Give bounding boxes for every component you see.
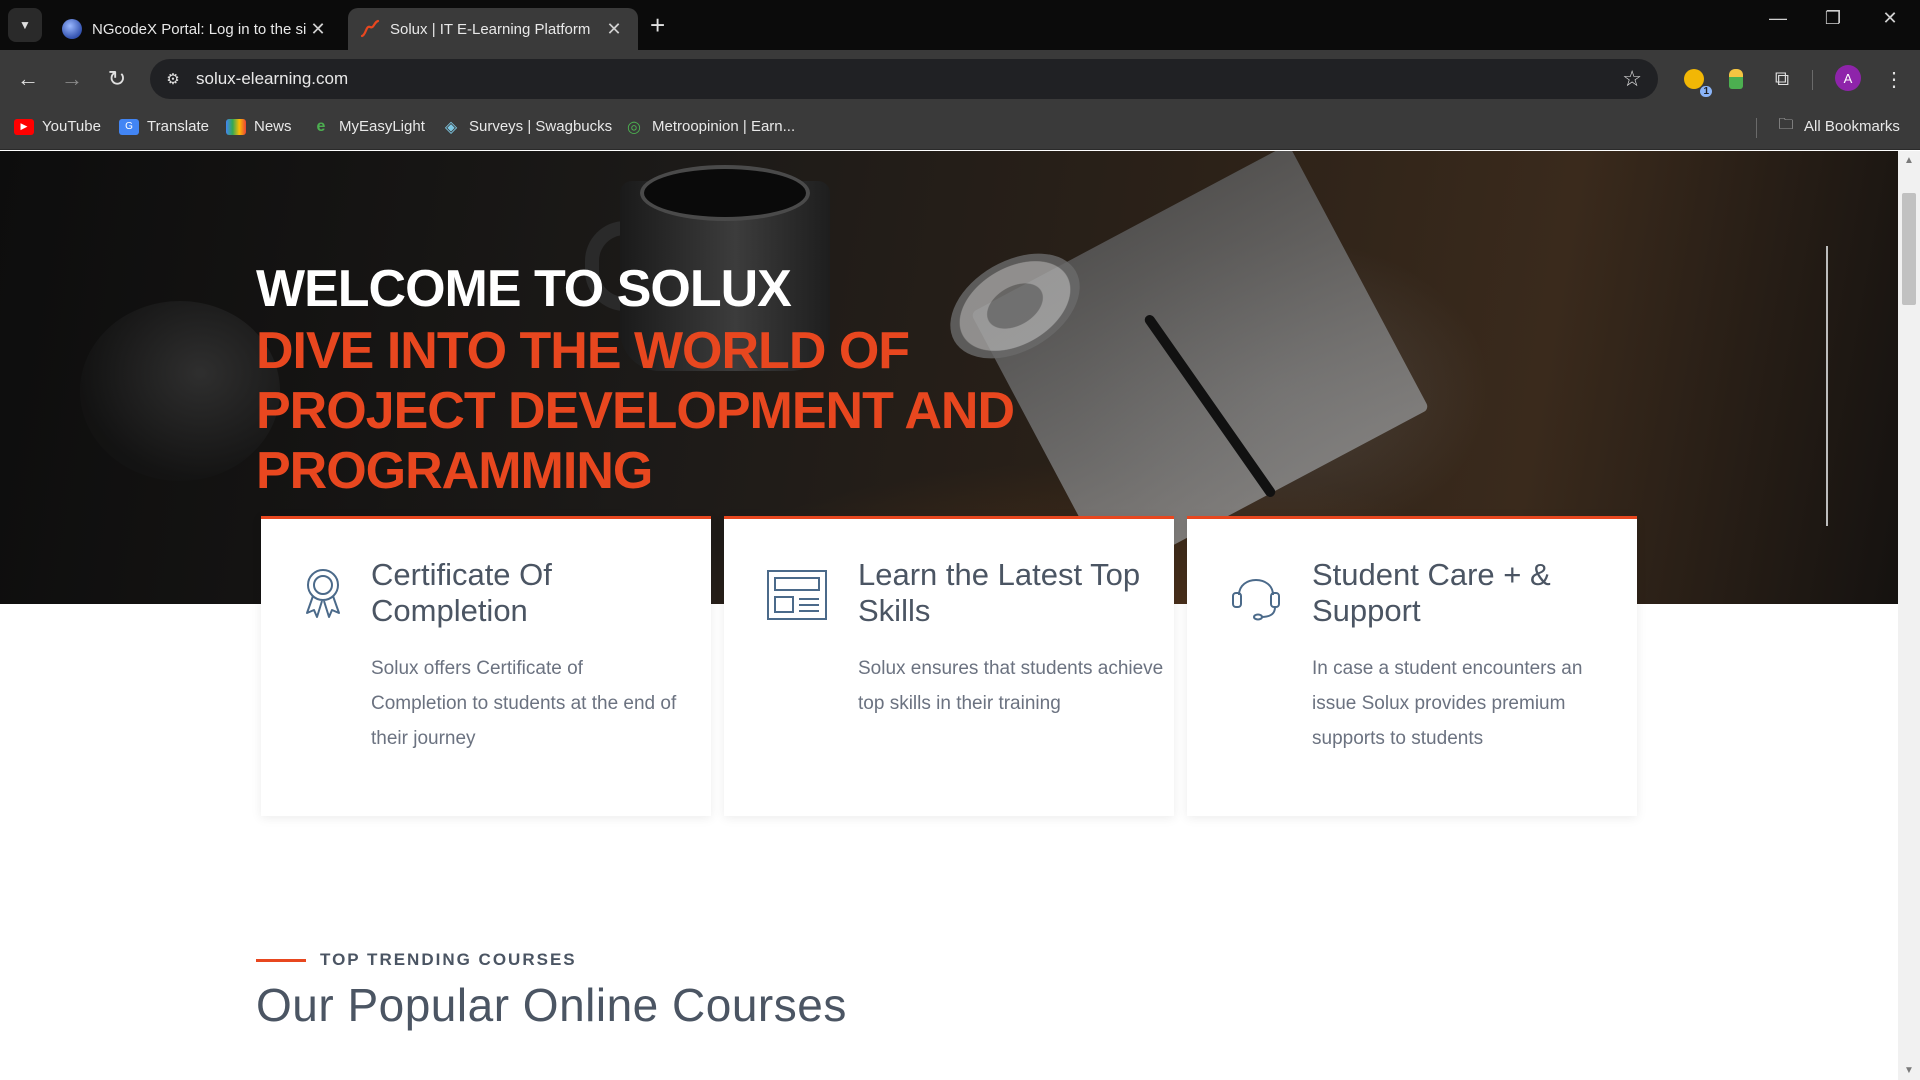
bookmark-myeasylight[interactable]: e MyEasyLight bbox=[311, 117, 425, 136]
bookmark-swagbucks[interactable]: ◈ Surveys | Swagbucks bbox=[441, 118, 613, 136]
tab-search-button[interactable]: ▼ bbox=[8, 8, 42, 42]
browser-menu-button[interactable]: ⋮ bbox=[1880, 65, 1908, 93]
hero-title: WELCOME TO SOLUX bbox=[256, 260, 792, 318]
hero-mug-top bbox=[640, 165, 810, 221]
feature-text: Solux offers Certificate of Completion t… bbox=[371, 658, 677, 749]
feature-title: Learn the Latest Top Skills bbox=[858, 557, 1141, 628]
close-tab-button[interactable]: ✕ bbox=[306, 19, 330, 40]
kicker-line bbox=[256, 958, 306, 962]
feature-text: Solux ensures that students achieve top … bbox=[858, 658, 1164, 714]
extension-character-button[interactable] bbox=[1722, 65, 1750, 93]
puzzle-icon: ⧉ bbox=[1774, 67, 1790, 90]
hero-slider-line bbox=[1826, 246, 1828, 526]
bookmark-label: MyEasyLight bbox=[339, 118, 425, 135]
bookmark-label: All Bookmarks bbox=[1804, 118, 1900, 135]
hero-subtitle: DIVE INTO THE WORLD OF PROJECT DEVELOPME… bbox=[256, 322, 1015, 500]
scroll-up-icon[interactable]: ▲ bbox=[1904, 155, 1914, 166]
feature-text: In case a student encounters an issue So… bbox=[1312, 658, 1583, 749]
news-icon bbox=[226, 118, 246, 135]
character-icon bbox=[1729, 69, 1743, 89]
restore-button[interactable]: ❐ bbox=[1813, 8, 1853, 29]
feature-card-support: Student Care + & Support In case a stude… bbox=[1187, 516, 1637, 816]
bookmark-translate[interactable]: G Translate bbox=[119, 118, 209, 135]
site-info-icon[interactable]: ⚙ bbox=[160, 66, 186, 92]
metroopinion-icon: ◎ bbox=[627, 118, 641, 136]
hero-notepad bbox=[970, 151, 1430, 578]
reload-button[interactable]: ↻ bbox=[102, 65, 132, 93]
bookmark-label: Metroopinion | Earn... bbox=[652, 118, 796, 135]
url-text[interactable]: solux-elearning.com bbox=[196, 69, 1622, 89]
award-ribbon-icon bbox=[301, 565, 363, 627]
tab-title: Solux | IT E-Learning Platform bbox=[390, 20, 591, 38]
tab-strip: ▼ NGcodeX Portal: Log in to the site ✕ S… bbox=[0, 0, 1920, 50]
bookmark-news[interactable]: News bbox=[226, 118, 292, 135]
tab-ngcodex[interactable]: NGcodeX Portal: Log in to the site ✕ bbox=[50, 8, 342, 50]
minimize-button[interactable]: — bbox=[1758, 8, 1798, 29]
layout-browser-icon bbox=[766, 565, 828, 627]
courses-section-title: Our Popular Online Courses bbox=[256, 979, 847, 1031]
close-window-button[interactable]: ✕ bbox=[1870, 8, 1910, 29]
all-bookmarks-button[interactable]: 🗀 All Bookmarks bbox=[1776, 116, 1900, 135]
bookmark-label: Translate bbox=[147, 118, 209, 135]
translate-icon: G bbox=[119, 118, 139, 135]
tab-title: NGcodeX Portal: Log in to the site bbox=[92, 20, 306, 38]
coin-icon bbox=[1684, 69, 1704, 89]
page-scrollbar[interactable]: ▲ ▼ bbox=[1898, 151, 1920, 1080]
scroll-thumb[interactable] bbox=[1902, 193, 1916, 305]
hero-background-object bbox=[80, 301, 280, 481]
kebab-menu-icon: ⋮ bbox=[1884, 68, 1904, 91]
myeasylight-icon: e bbox=[316, 117, 326, 135]
bookmarks-bar: ▶ YouTube G Translate News e MyEasyLight… bbox=[0, 108, 1920, 150]
folder-icon: 🗀 bbox=[1778, 116, 1794, 133]
bookmark-youtube[interactable]: ▶ YouTube bbox=[14, 118, 101, 135]
bookmark-label: YouTube bbox=[42, 118, 101, 135]
forward-button[interactable]: → bbox=[57, 65, 87, 93]
bookmarks-divider bbox=[1756, 118, 1757, 138]
bookmark-star-icon[interactable]: ☆ bbox=[1622, 66, 1642, 92]
bookmark-label: News bbox=[254, 118, 292, 135]
arrow-left-icon: ← bbox=[17, 66, 39, 91]
scroll-down-icon[interactable]: ▼ bbox=[1904, 1065, 1914, 1076]
close-tab-button[interactable]: ✕ bbox=[602, 19, 626, 40]
globe-icon bbox=[62, 19, 82, 39]
courses-kicker: TOP TRENDING COURSES bbox=[256, 950, 577, 970]
youtube-icon: ▶ bbox=[14, 118, 34, 135]
bookmark-metroopinion[interactable]: ◎ Metroopinion | Earn... bbox=[624, 118, 796, 136]
profile-avatar[interactable]: A bbox=[1835, 65, 1861, 91]
page-viewport: WELCOME TO SOLUX DIVE INTO THE WORLD OF … bbox=[0, 151, 1898, 1080]
chevron-down-icon: ▼ bbox=[19, 18, 31, 32]
extension-coin-button[interactable]: 1 bbox=[1680, 65, 1712, 97]
extension-badge: 1 bbox=[1700, 86, 1712, 97]
feature-card-certificate: Certificate Of Completion Solux offers C… bbox=[261, 516, 711, 816]
reload-icon: ↻ bbox=[107, 66, 127, 91]
feature-title: Certificate Of Completion bbox=[371, 557, 552, 628]
feature-card-skills: Learn the Latest Top Skills Solux ensure… bbox=[724, 516, 1174, 816]
swagbucks-icon: ◈ bbox=[444, 118, 458, 136]
extensions-button[interactable]: ⧉ bbox=[1768, 65, 1796, 93]
browser-toolbar: ← → ↻ ⚙ solux-elearning.com ☆ 1 ⧉ A ⋮ bbox=[0, 50, 1920, 108]
headset-icon bbox=[1229, 565, 1291, 627]
back-button[interactable]: ← bbox=[13, 65, 43, 93]
solux-favicon-icon bbox=[360, 19, 380, 39]
kicker-text: TOP TRENDING COURSES bbox=[320, 950, 577, 969]
feature-title: Student Care + & Support bbox=[1312, 557, 1551, 628]
arrow-right-icon: → bbox=[61, 66, 83, 91]
tab-solux[interactable]: Solux | IT E-Learning Platform ✕ bbox=[348, 8, 638, 50]
address-bar[interactable]: ⚙ solux-elearning.com ☆ bbox=[150, 59, 1658, 99]
toolbar-divider bbox=[1812, 70, 1813, 90]
new-tab-button[interactable]: + bbox=[650, 10, 665, 40]
bookmark-label: Surveys | Swagbucks bbox=[469, 118, 613, 135]
